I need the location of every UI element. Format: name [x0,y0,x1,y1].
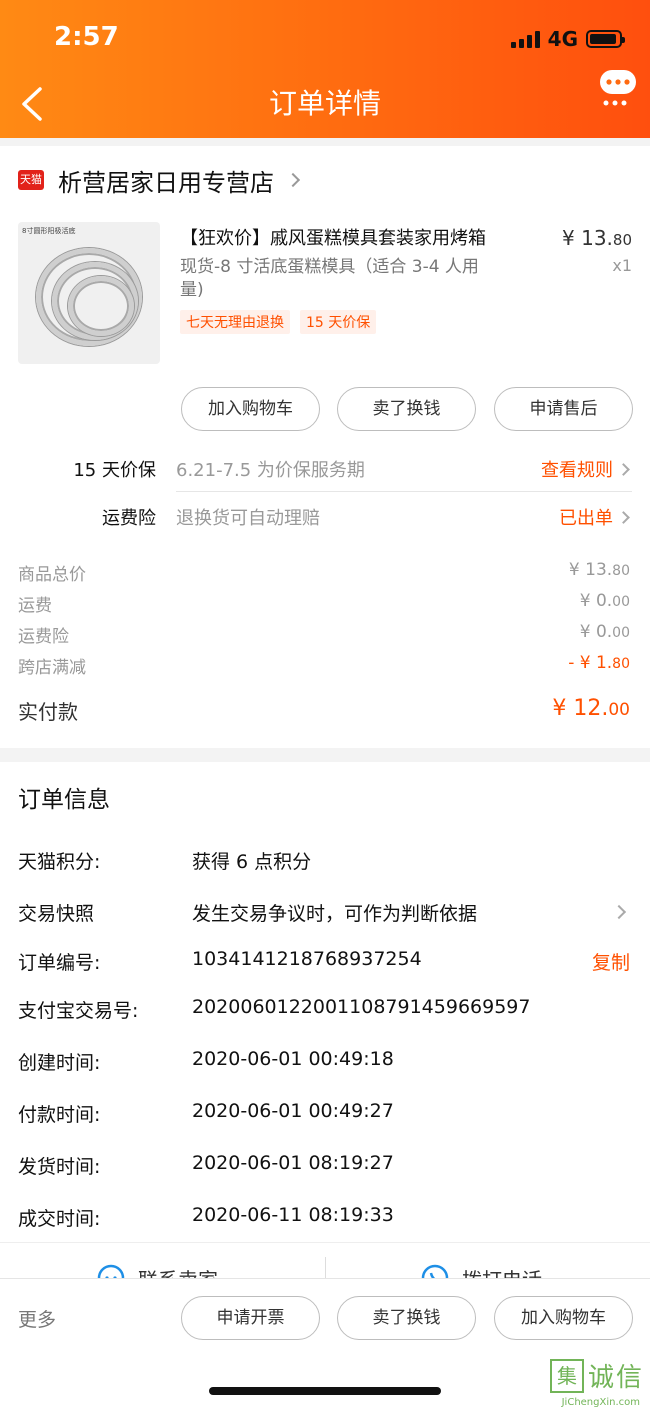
fee-row-cross-store-discount: 跨店满减 - ¥ 1.80 [18,653,630,678]
shop-header[interactable]: 天猫 析营居家日用专营店 [18,160,301,200]
product-title[interactable]: 【狂欢价】戚风蛋糕模具套装家用烤箱 [180,224,486,250]
order-info-title: 订单信息 [18,787,110,813]
tag-price-protect: 15 天价保 [300,310,377,334]
bottom-action-bar: 更多 申请开票 卖了换钱 加入购物车 集 诚信 JiChengXin.com [0,1278,650,1408]
network-label: 4G [547,27,578,51]
service-desc: 退换货可自动理赔 [176,508,320,529]
page-title: 订单详情 [268,87,381,120]
resell-button[interactable]: 卖了换钱 [337,387,476,431]
fee-row-freight-insurance: 运费险 ¥ 0.00 [18,622,630,647]
tag-return: 七天无理由退换 [180,310,290,334]
tmall-badge-icon: 天猫 [18,170,44,190]
product-image[interactable]: 8寸圆形阳极活底 [18,222,160,364]
section-gap [0,748,650,762]
product-price: ¥ 13.80 [562,226,632,250]
fee-row-goods-total: 商品总价 ¥ 13.80 [18,560,630,585]
paid-amount-row: 实付款 ¥ 12.00 [18,696,630,725]
service-row-freight-insurance[interactable]: 运费险 退换货可自动理赔 已出单 [0,496,650,536]
message-icon[interactable] [598,68,638,108]
phone-icon [421,1264,449,1278]
policy-issued-link[interactable]: 已出单 [559,504,630,530]
service-label: 运费险 [102,508,156,529]
cake-mold-ring-small [68,276,134,336]
battery-icon [586,30,625,48]
watermark: 集 诚信 JiChengXin.com [549,1357,644,1408]
chat-icon [97,1264,125,1278]
chevron-right-icon [617,462,630,476]
add-to-cart-button[interactable]: 加入购物车 [181,387,320,431]
more-button[interactable]: 更多 [18,1305,56,1332]
watermark-logo-icon: 集 [549,1358,584,1393]
chevron-right-icon [611,904,627,920]
product-qty: x1 [612,256,632,275]
section-gap [0,138,650,146]
divider [176,491,632,492]
signal-icon [510,30,540,48]
view-rules-link[interactable]: 查看规则 [541,456,630,482]
paid-label: 实付款 [18,700,78,724]
status-indicators: 4G [510,27,625,51]
request-invoice-button[interactable]: 申请开票 [181,1296,320,1340]
after-sales-button[interactable]: 申请售后 [494,387,633,431]
contact-seller-button[interactable]: 联系卖家 [96,1263,218,1278]
fee-row-shipping: 运费 ¥ 0.00 [18,591,630,616]
paid-amount: ¥ 12.00 [552,696,630,721]
divider [325,1257,326,1278]
chevron-right-icon [617,510,630,524]
status-time: 2:57 [54,22,119,52]
service-desc: 6.21-7.5 为价保服务期 [176,460,365,481]
copy-button[interactable]: 复制 [592,948,630,975]
shop-name: 析营居家日用专营店 [58,168,274,197]
product-spec: 现货-8 寸活底蛋糕模具（适合 3-4 人用量) [180,257,479,300]
service-row-price-protect[interactable]: 15 天价保 6.21-7.5 为价保服务期 查看规则 [0,448,650,488]
resell-button[interactable]: 卖了换钱 [337,1296,476,1340]
contact-bar: 联系卖家 拨打电话 [0,1242,650,1278]
chevron-right-icon [285,172,301,188]
product-tags: 七天无理由退换 15 天价保 [180,310,377,334]
add-to-cart-button[interactable]: 加入购物车 [494,1296,633,1340]
header: 2:57 4G 订单详情 [0,0,650,138]
call-phone-button[interactable]: 拨打电话 [420,1263,542,1278]
home-indicator [209,1387,441,1395]
product-image-caption: 8寸圆形阳极活底 [22,227,76,235]
service-label: 15 天价保 [73,460,156,481]
